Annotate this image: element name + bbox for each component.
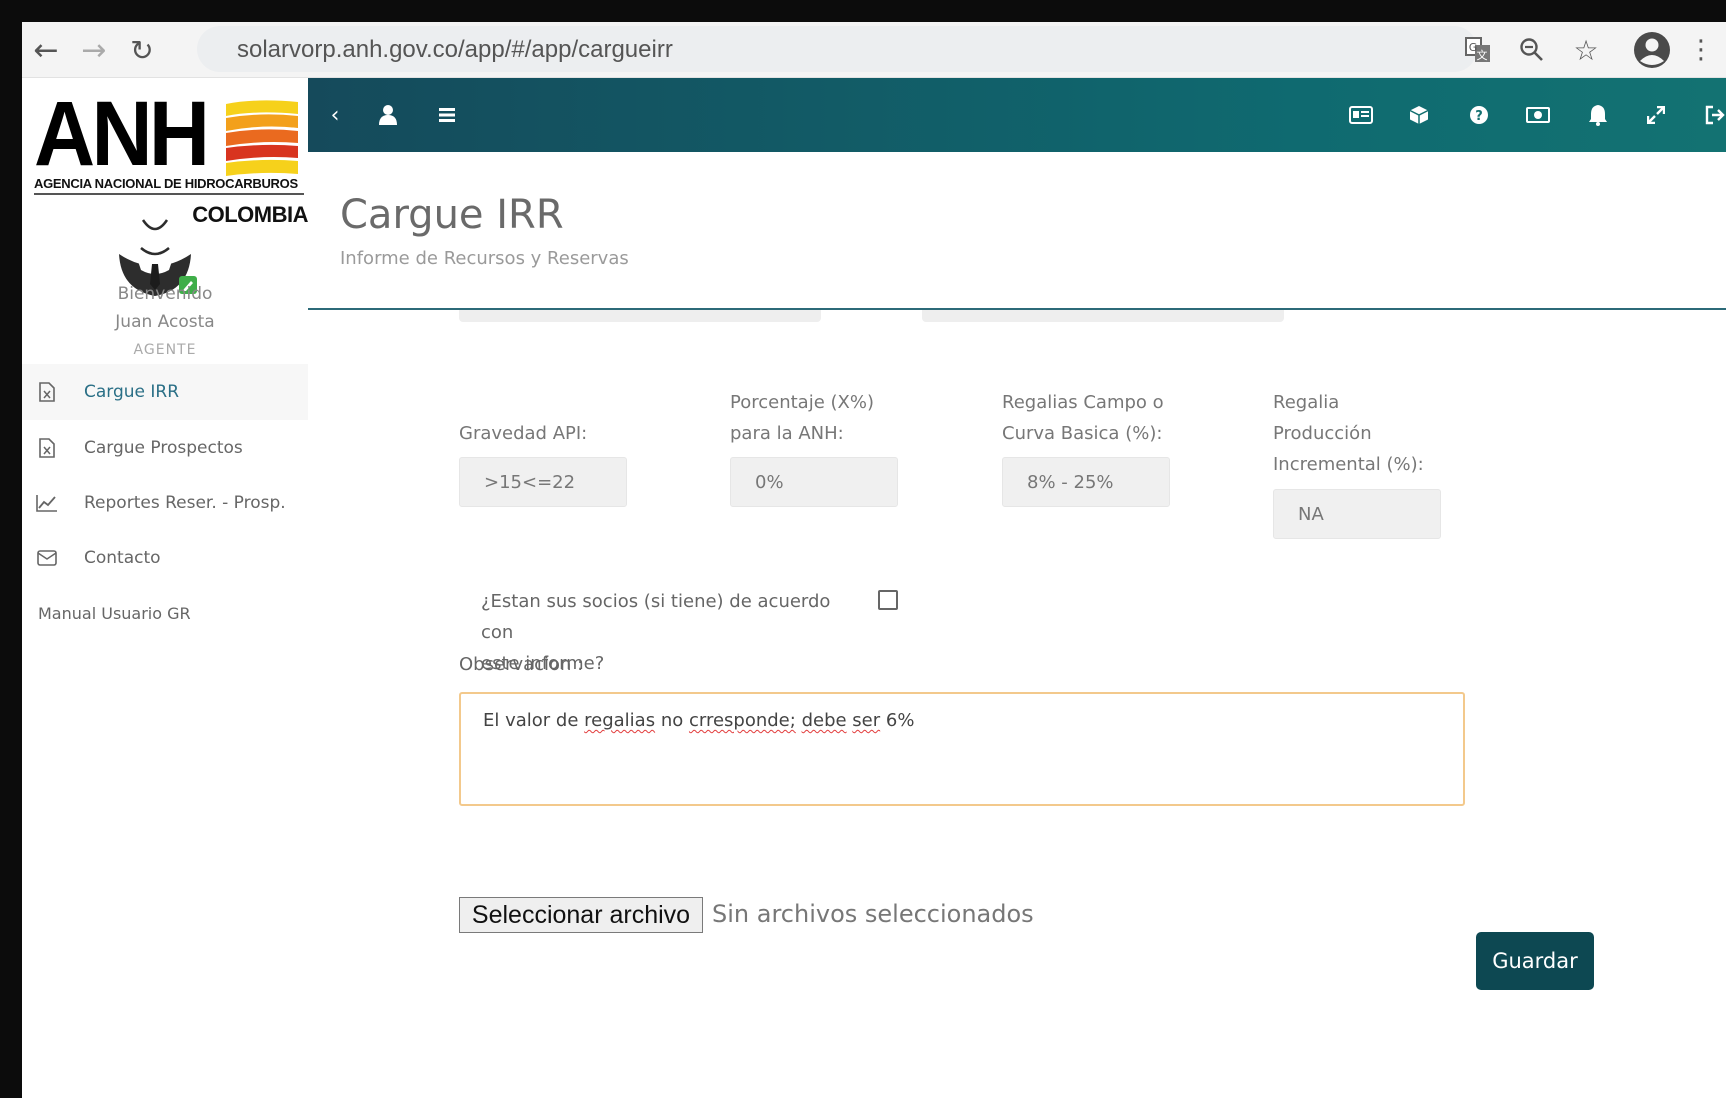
file-excel-icon bbox=[36, 437, 58, 459]
user-icon[interactable] bbox=[373, 100, 403, 130]
chevron-left-icon[interactable]: ‹ bbox=[320, 100, 350, 130]
sidebar-item-contacto[interactable]: Contacto bbox=[22, 530, 308, 586]
forward-arrow-icon[interactable]: → bbox=[76, 32, 112, 68]
porcentaje-anh-field: 0% bbox=[730, 457, 898, 507]
sidebar-manual-link[interactable]: Manual Usuario GR bbox=[22, 585, 308, 641]
help-icon[interactable]: ? bbox=[1464, 100, 1494, 130]
logo-country: COLOMBIA bbox=[192, 202, 308, 227]
field-label-porcentaje: Porcentaje (X%) para la ANH: bbox=[730, 392, 874, 444]
manual-label: Manual Usuario GR bbox=[38, 603, 191, 623]
file-status-text: Sin archivos seleccionados bbox=[712, 900, 1034, 928]
logo-letters: ANH bbox=[34, 83, 210, 185]
sidebar: ANH AGENCIA NACIONAL DE HIDROCARBUROS CO… bbox=[22, 78, 308, 1098]
save-button[interactable]: Guardar bbox=[1476, 932, 1594, 990]
envelope-icon bbox=[36, 547, 58, 569]
app-topbar: ‹ ? bbox=[308, 78, 1726, 152]
bell-icon[interactable] bbox=[1583, 100, 1613, 130]
svg-text:?: ? bbox=[1475, 109, 1483, 124]
sidebar-item-label: Cargue IRR bbox=[84, 382, 180, 402]
partners-agree-checkbox[interactable] bbox=[878, 590, 898, 610]
page-header: Cargue IRR Informe de Recursos y Reserva… bbox=[308, 152, 1726, 310]
sidebar-item-cargue-irr[interactable]: Cargue IRR bbox=[22, 364, 308, 420]
list-icon[interactable] bbox=[432, 100, 462, 130]
page-subtitle: Informe de Recursos y Reservas bbox=[340, 248, 629, 269]
sidebar-item-label: Cargue Prospectos bbox=[84, 438, 243, 458]
observation-textarea[interactable]: El valor de regalias no crresponde; debe… bbox=[459, 692, 1465, 806]
star-icon[interactable]: ☆ bbox=[1566, 32, 1606, 68]
logo-stripes bbox=[226, 100, 298, 176]
regalia-incremental-field: NA bbox=[1273, 489, 1441, 539]
line-chart-icon bbox=[36, 492, 58, 514]
anh-logo: ANH AGENCIA NACIONAL DE HIDROCARBUROS CO… bbox=[34, 83, 314, 227]
field-label-regalias: Regalias Campo o Curva Basica (%): bbox=[1002, 392, 1164, 444]
logo-subtitle: AGENCIA NACIONAL DE HIDROCARBUROS bbox=[34, 176, 304, 195]
field-label-regalia-incremental: Regalia Producción Incremental (%): bbox=[1273, 392, 1424, 475]
file-excel-icon bbox=[36, 381, 58, 403]
expand-icon[interactable] bbox=[1641, 100, 1671, 130]
user-name: Juan Acosta bbox=[115, 312, 215, 332]
screenshot-frame-top bbox=[0, 0, 1726, 22]
cube-icon[interactable] bbox=[1404, 100, 1434, 130]
address-url: solarvorp.anh.gov.co/app/#/app/cargueirr bbox=[237, 36, 673, 63]
sign-out-icon[interactable] bbox=[1700, 100, 1726, 130]
welcome-greeting: Bienvenido bbox=[117, 284, 213, 304]
scrolled-field-edge bbox=[922, 310, 1284, 322]
svg-text:文: 文 bbox=[1477, 48, 1488, 62]
sidebar-item-label: Contacto bbox=[84, 548, 161, 568]
screenshot-frame-left bbox=[0, 0, 22, 1098]
zoom-icon[interactable] bbox=[1512, 32, 1552, 68]
observation-label: Observacion : bbox=[459, 654, 584, 675]
kebab-menu-icon[interactable]: ⋮ bbox=[1686, 32, 1716, 68]
back-arrow-icon[interactable]: ← bbox=[28, 32, 64, 68]
id-card-icon[interactable] bbox=[1346, 100, 1376, 130]
account-icon[interactable] bbox=[1632, 32, 1672, 68]
reload-icon[interactable]: ↻ bbox=[124, 32, 160, 68]
field-label-gravedad: Gravedad API: bbox=[459, 423, 588, 444]
sidebar-item-cargue-prospectos[interactable]: Cargue Prospectos bbox=[22, 420, 308, 476]
scrolled-field-edge bbox=[459, 310, 821, 322]
sidebar-item-label: Reportes Reser. - Prosp. bbox=[84, 493, 286, 513]
choose-file-button[interactable]: Seleccionar archivo bbox=[459, 897, 703, 933]
translate-icon[interactable]: 文G bbox=[1458, 32, 1498, 68]
address-bar[interactable]: solarvorp.anh.gov.co/app/#/app/cargueirr bbox=[197, 26, 1477, 72]
gravedad-api-field: >15<=22 bbox=[459, 457, 627, 507]
regalias-campo-field: 8% - 25% bbox=[1002, 457, 1170, 507]
money-icon[interactable] bbox=[1523, 100, 1553, 130]
page-title: Cargue IRR bbox=[340, 192, 564, 238]
user-role: AGENTE bbox=[133, 342, 197, 358]
browser-toolbar: ← → ↻ solarvorp.anh.gov.co/app/#/app/car… bbox=[22, 22, 1726, 78]
svg-text:G: G bbox=[1469, 41, 1478, 54]
sidebar-item-reportes[interactable]: Reportes Reser. - Prosp. bbox=[22, 475, 308, 531]
